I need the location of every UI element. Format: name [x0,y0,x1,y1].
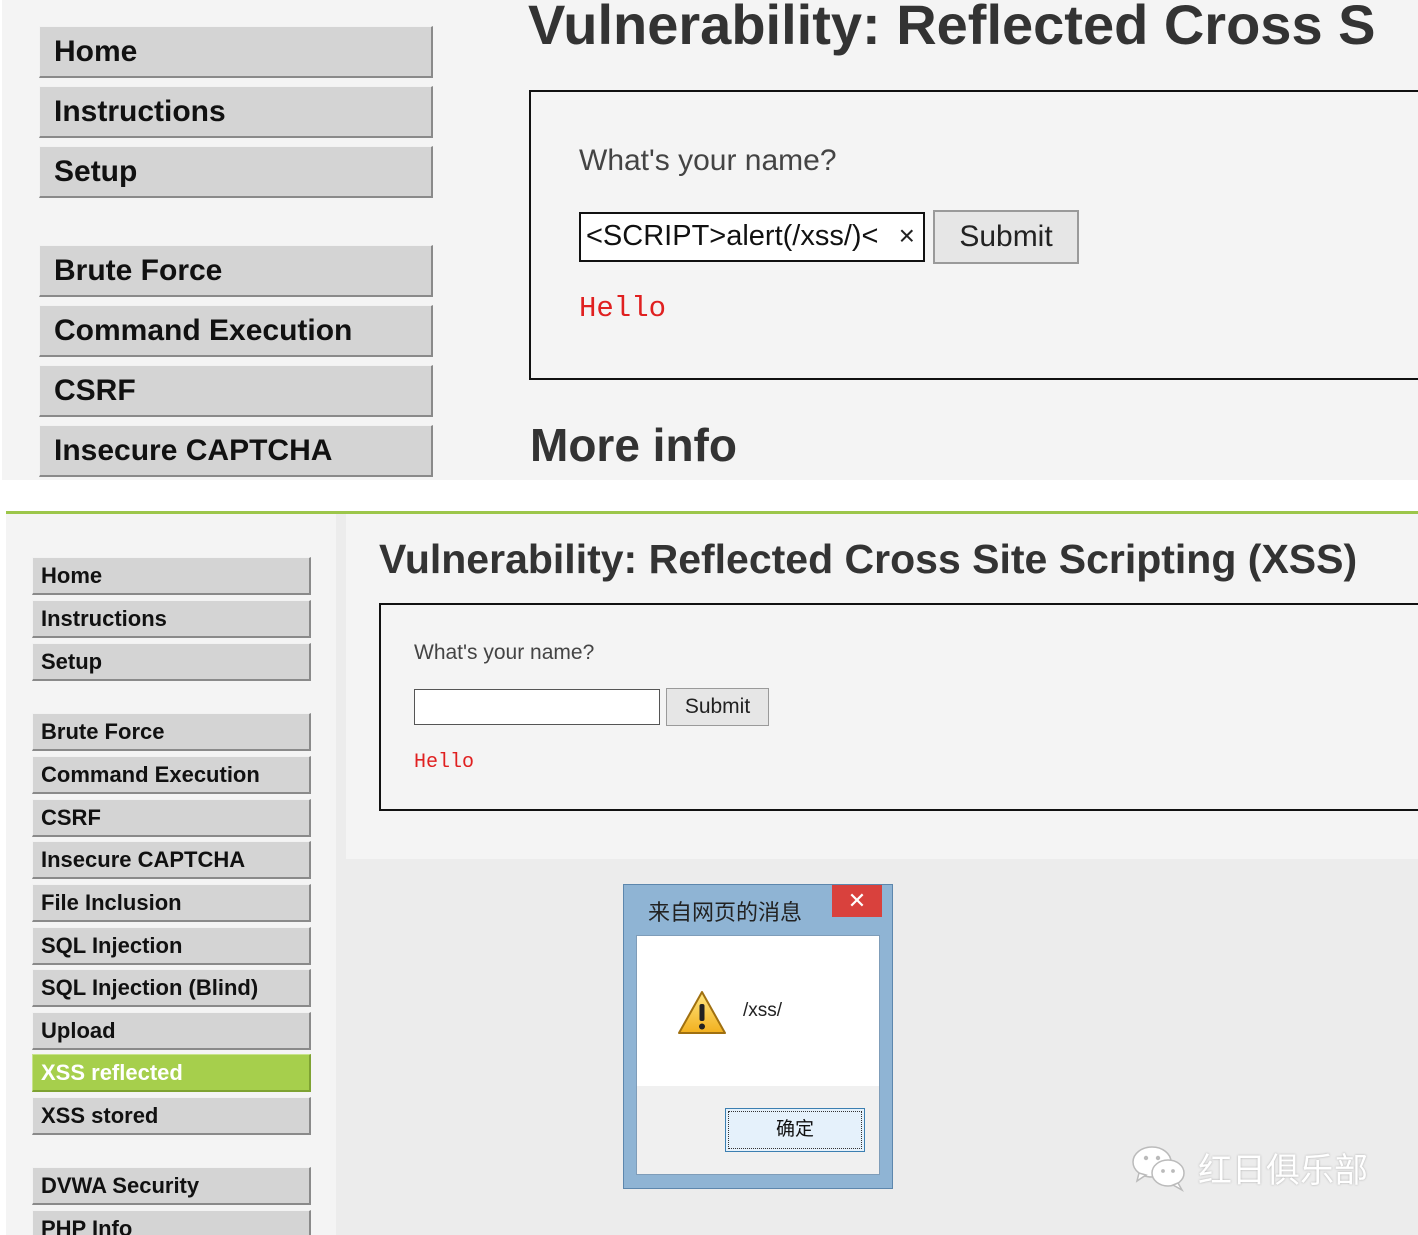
top-nav-brute-force[interactable]: Brute Force [39,245,433,297]
main-content: Vulnerability: Reflected Cross Site Scri… [346,514,1418,859]
nav-xss-reflected[interactable]: XSS reflected [32,1054,311,1092]
nav-setup[interactable]: Setup [32,643,311,681]
nav-sql-injection[interactable]: SQL Injection [32,927,311,965]
alert-title: 来自网页的消息 [648,900,803,925]
nav-csrf[interactable]: CSRF [32,799,311,837]
top-more-info-heading: More info [530,419,737,471]
watermark-text: 红日俱乐部 [1198,1151,1368,1190]
top-hello-output: Hello [579,292,667,325]
name-question: What's your name? [414,641,595,664]
alert-close-button[interactable]: ✕ [832,885,882,917]
alert-body: /xss/ 确定 [636,935,880,1175]
top-xss-form-box: What's your name? <SCRIPT>alert(/xss/)< … [529,90,1418,380]
warning-icon [678,991,726,1034]
alert-message: /xss/ [743,1000,783,1021]
top-page-title: Vulnerability: Reflected Cross S [528,0,1376,56]
name-input[interactable] [414,689,660,725]
nav-file-inclusion[interactable]: File Inclusion [32,884,311,922]
top-nav-setup[interactable]: Setup [39,146,433,198]
nav-dvwa-security[interactable]: DVWA Security [32,1167,311,1205]
nav-instructions[interactable]: Instructions [32,600,311,638]
clear-input-icon[interactable]: × [899,214,915,258]
page-title: Vulnerability: Reflected Cross Site Scri… [379,536,1358,582]
nav-insecure-captcha[interactable]: Insecure CAPTCHA [32,841,311,879]
nav-php-info[interactable]: PHP Info [32,1210,311,1235]
wechat-icon [1132,1146,1185,1192]
top-nav-csrf[interactable]: CSRF [39,365,433,417]
nav-upload[interactable]: Upload [32,1012,311,1050]
bottom-sidebar-menu: Home Instructions Setup Brute Force Comm… [32,514,312,1235]
top-name-input-value: <SCRIPT>alert(/xss/)< [586,220,879,252]
hello-output: Hello [414,751,475,774]
alert-dialog: 来自网页的消息 ✕ /xss/ 确定 [623,884,893,1189]
submit-button[interactable]: Submit [666,688,769,726]
nav-xss-stored[interactable]: XSS stored [32,1097,311,1135]
xss-form-box: What's your name? Submit Hello [379,603,1418,811]
alert-message-area: /xss/ [637,936,879,1086]
alert-ok-button[interactable]: 确定 [725,1108,865,1152]
top-screenshot-panel: Home Instructions Setup Brute Force Comm… [2,0,1418,480]
nav-brute-force[interactable]: Brute Force [32,713,311,751]
top-nav-insecure-captcha[interactable]: Insecure CAPTCHA [39,425,433,477]
top-submit-button[interactable]: Submit [933,210,1079,264]
top-nav-command-execution[interactable]: Command Execution [39,305,433,357]
top-nav-instructions[interactable]: Instructions [39,86,433,138]
top-name-input[interactable]: <SCRIPT>alert(/xss/)< × [579,212,925,262]
nav-sql-injection-blind[interactable]: SQL Injection (Blind) [32,969,311,1007]
top-nav-home[interactable]: Home [39,26,433,78]
nav-home[interactable]: Home [32,557,311,595]
close-icon: ✕ [847,888,867,913]
top-sidebar-menu: Home Instructions Setup Brute Force Comm… [39,0,434,480]
watermark: 红日俱乐部 [1130,1140,1368,1194]
nav-command-execution[interactable]: Command Execution [32,756,311,794]
top-name-question: What's your name? [579,144,837,177]
